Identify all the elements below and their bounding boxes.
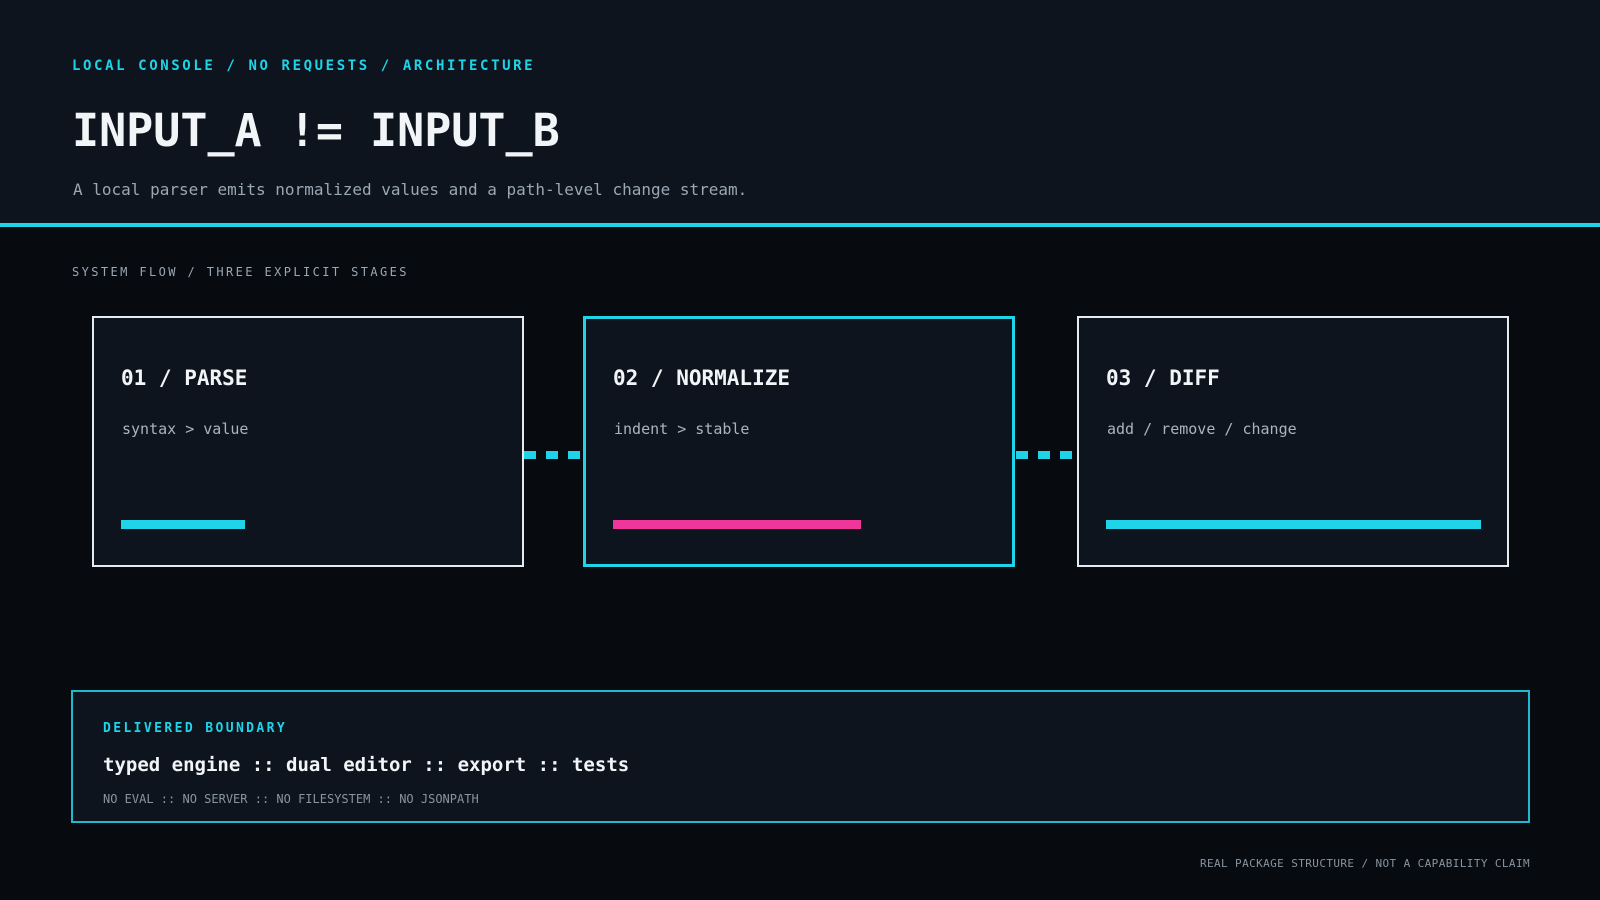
connector-dot xyxy=(524,451,536,459)
boundary-note: NO EVAL :: NO SERVER :: NO FILESYSTEM ::… xyxy=(103,792,479,806)
header: LOCAL CONSOLE / NO REQUESTS / ARCHITECTU… xyxy=(0,0,1600,227)
connector-dot xyxy=(568,451,580,459)
page-title: INPUT_A != INPUT_B xyxy=(72,104,560,157)
flow-connector xyxy=(1016,451,1072,459)
connector-dot xyxy=(1016,451,1028,459)
footer-note: REAL PACKAGE STRUCTURE / NOT A CAPABILIT… xyxy=(1199,857,1530,870)
stage-description: add / remove / change xyxy=(1107,420,1297,438)
stage-title: 02 / NORMALIZE xyxy=(613,366,791,390)
connector-dot xyxy=(546,451,558,459)
stage-description: indent > stable xyxy=(614,420,750,438)
stage-card-normalize: 02 / NORMALIZE indent > stable xyxy=(583,316,1015,567)
delivered-boundary-panel: DELIVERED BOUNDARY typed engine :: dual … xyxy=(71,690,1530,823)
boundary-main-text: typed engine :: dual editor :: export ::… xyxy=(103,754,630,776)
section-label: SYSTEM FLOW / THREE EXPLICIT STAGES xyxy=(72,265,409,279)
boundary-label: DELIVERED BOUNDARY xyxy=(103,721,288,736)
stage-card-parse: 01 / PARSE syntax > value xyxy=(92,316,524,567)
stage-progress-bar xyxy=(121,520,245,529)
stage-progress-bar xyxy=(1106,520,1481,529)
breadcrumb: LOCAL CONSOLE / NO REQUESTS / ARCHITECTU… xyxy=(72,58,536,74)
flow-connector xyxy=(524,451,580,459)
stage-description: syntax > value xyxy=(122,420,249,438)
stage-progress-bar xyxy=(613,520,861,529)
connector-dot xyxy=(1038,451,1050,459)
connector-dot xyxy=(1060,451,1072,459)
stage-title: 01 / PARSE xyxy=(121,366,248,390)
page-subtitle: A local parser emits normalized values a… xyxy=(73,180,748,199)
stage-title: 03 / DIFF xyxy=(1106,366,1220,390)
stage-card-diff: 03 / DIFF add / remove / change xyxy=(1077,316,1509,567)
